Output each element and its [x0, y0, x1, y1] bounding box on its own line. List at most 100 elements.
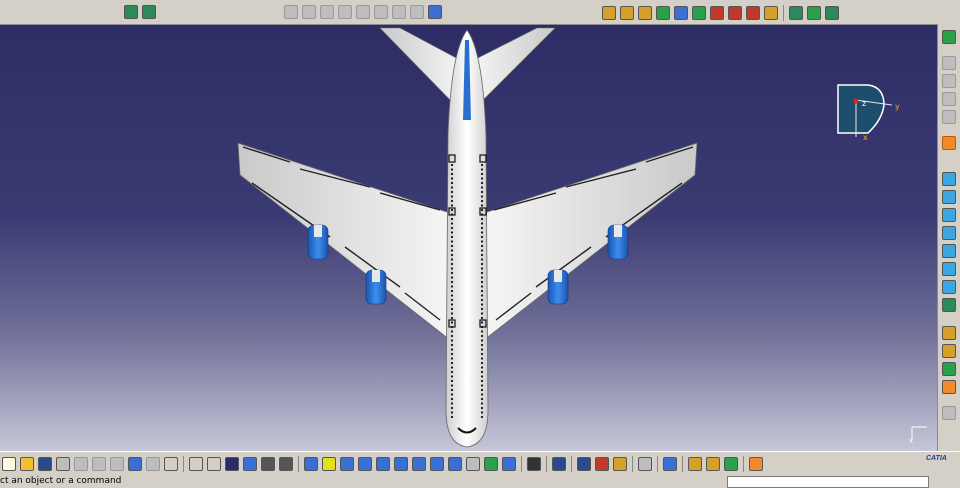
command-input[interactable]: [727, 476, 929, 488]
pocket-icon[interactable]: [942, 74, 956, 88]
groove-icon[interactable]: [942, 110, 956, 124]
camera-icon[interactable]: [527, 457, 541, 471]
quick-view-icon[interactable]: [392, 5, 406, 19]
swap-visible-icon[interactable]: [279, 457, 293, 471]
zoom-in-icon[interactable]: [376, 457, 390, 471]
window-dot: [450, 163, 454, 167]
filter-icon[interactable]: [789, 6, 803, 20]
window-dot: [450, 339, 454, 342]
cube-icon[interactable]: [942, 280, 956, 294]
inertia-icon[interactable]: [595, 457, 609, 471]
snap-icon[interactable]: [746, 6, 760, 20]
constraint-icon[interactable]: [942, 344, 956, 358]
hide-show-icon[interactable]: [356, 5, 370, 19]
spark-icon[interactable]: [942, 380, 956, 394]
window-dot: [450, 406, 454, 410]
analysis-icon[interactable]: [428, 5, 442, 19]
apply-scene-icon[interactable]: [706, 457, 720, 471]
scene-icon[interactable]: [807, 6, 821, 20]
zoom-icon[interactable]: [320, 5, 334, 19]
render-icon[interactable]: [410, 5, 424, 19]
explode-icon[interactable]: [825, 6, 839, 20]
tools-icon[interactable]: [692, 6, 706, 20]
window-dot: [480, 375, 484, 378]
compass-y-label: y: [895, 102, 900, 111]
pad-icon[interactable]: [942, 56, 956, 70]
comment-icon[interactable]: [207, 457, 221, 471]
aircraft-model[interactable]: [0, 25, 937, 451]
normal-view-icon[interactable]: [338, 5, 352, 19]
material-icon[interactable]: [663, 457, 677, 471]
view-select-icon[interactable]: [124, 5, 138, 19]
window-dot: [480, 361, 484, 365]
tree-icon[interactable]: [243, 457, 257, 471]
shading-icon[interactable]: [466, 457, 480, 471]
help-icon[interactable]: [164, 457, 178, 471]
table-icon[interactable]: [225, 457, 239, 471]
swap-icon[interactable]: [374, 5, 388, 19]
window-dot: [450, 253, 454, 257]
paste-icon[interactable]: [110, 457, 124, 471]
print-icon[interactable]: [56, 457, 70, 471]
hide-show-icon[interactable]: [484, 457, 498, 471]
constraint-icon[interactable]: [942, 326, 956, 340]
cube-icon[interactable]: [942, 190, 956, 204]
update-icon[interactable]: [638, 457, 652, 471]
select-arrow-icon[interactable]: [942, 136, 956, 150]
window-dot: [480, 307, 484, 311]
face-icon[interactable]: [942, 298, 956, 312]
cube-icon[interactable]: [942, 262, 956, 276]
window-dot: [480, 186, 484, 189]
window-dot: [450, 262, 454, 266]
save-icon[interactable]: [38, 457, 52, 471]
copy-icon[interactable]: [92, 457, 106, 471]
cut-icon[interactable]: [74, 457, 88, 471]
apply-material-icon[interactable]: [620, 6, 634, 20]
assembly-icon[interactable]: [710, 6, 724, 20]
cube-icon[interactable]: [942, 226, 956, 240]
iso-view-icon[interactable]: [448, 457, 462, 471]
new-icon[interactable]: [2, 457, 16, 471]
window-dot: [450, 312, 454, 315]
undo-icon[interactable]: [128, 457, 142, 471]
window-dot: [480, 406, 484, 410]
multi-view-icon[interactable]: [430, 457, 444, 471]
catalog-icon[interactable]: [638, 6, 652, 20]
fly-icon[interactable]: [304, 457, 318, 471]
cube-icon[interactable]: [942, 244, 956, 258]
fit-all-icon[interactable]: [322, 457, 336, 471]
spec-tree-icon[interactable]: [942, 30, 956, 44]
render-icon[interactable]: [688, 457, 702, 471]
cube-icon[interactable]: [942, 172, 956, 186]
window-dot: [480, 199, 484, 203]
move-icon[interactable]: [942, 362, 956, 376]
catalog-icon[interactable]: [724, 457, 738, 471]
normal-view-icon[interactable]: [412, 457, 426, 471]
open-icon[interactable]: [20, 457, 34, 471]
rotate-icon[interactable]: [358, 457, 372, 471]
sketch-icon[interactable]: [613, 457, 627, 471]
measure-icon[interactable]: [602, 6, 616, 20]
window-dot: [450, 316, 454, 320]
zoom-out-icon[interactable]: [394, 457, 408, 471]
window-dot: [450, 271, 454, 275]
redo-icon[interactable]: [146, 457, 160, 471]
distance-icon[interactable]: [577, 457, 591, 471]
cube-icon[interactable]: [942, 208, 956, 222]
gear-icon[interactable]: [764, 6, 778, 20]
swap-space-icon[interactable]: [502, 457, 516, 471]
constraint-icon[interactable]: [728, 6, 742, 20]
hide-icon[interactable]: [261, 457, 275, 471]
pan-icon[interactable]: [340, 457, 354, 471]
rotate-icon[interactable]: [302, 5, 316, 19]
shaft-icon[interactable]: [942, 92, 956, 106]
product-icon[interactable]: [674, 6, 688, 20]
tool-icon[interactable]: [942, 406, 956, 420]
formula-icon[interactable]: [189, 457, 203, 471]
measure-icon[interactable]: [552, 457, 566, 471]
compass-icon[interactable]: [656, 6, 670, 20]
3d-viewport[interactable]: y z x x: [0, 25, 937, 451]
pan-icon[interactable]: [284, 5, 298, 19]
view-fit-icon[interactable]: [142, 5, 156, 19]
grid-icon[interactable]: [749, 457, 763, 471]
